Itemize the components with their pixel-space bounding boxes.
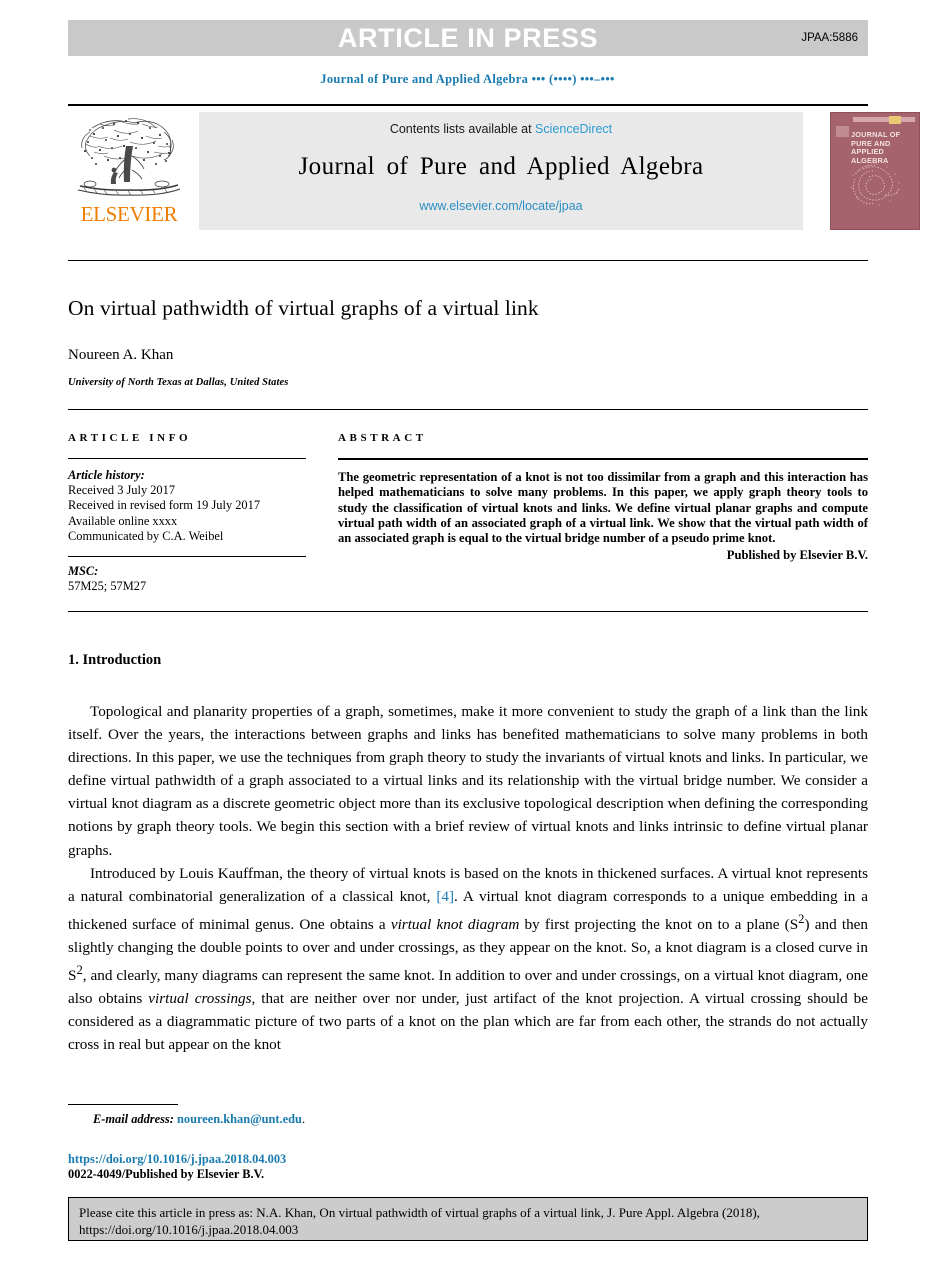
article-info-column: ARTICLE INFO Article history: Received 3… <box>68 432 306 594</box>
article-history-block: Article history: Received 3 July 2017 Re… <box>68 468 306 544</box>
issn-publisher-line: 0022-4049/Published by Elsevier B.V. <box>68 1167 265 1181</box>
title-divider <box>68 260 868 261</box>
abstract-divider <box>338 458 868 460</box>
page-title: On virtual pathwidth of virtual graphs o… <box>68 296 539 320</box>
msc-block: MSC: 57M25; 57M27 <box>68 564 306 594</box>
journal-cover-thumbnail: JOURNAL OF PURE AND APPLIED ALGEBRA <box>830 112 920 230</box>
elsevier-tree-icon <box>77 118 181 196</box>
elsevier-logo: ELSEVIER <box>70 112 188 230</box>
journal-masthead: ELSEVIER Contents lists available at Sci… <box>68 104 920 232</box>
cover-elsevier-mark-icon <box>836 126 849 137</box>
article-info-divider <box>68 458 306 459</box>
article-history-title: Article history: <box>68 468 145 482</box>
contents-panel: Contents lists available at ScienceDirec… <box>199 112 803 230</box>
contents-available-line: Contents lists available at ScienceDirec… <box>390 122 612 136</box>
p2-part-c: by first projecting the knot on to a pla… <box>519 915 799 933</box>
journal-code-label: JPAA:5886 <box>801 32 858 44</box>
history-line-revised: Received in revised form 19 July 2017 <box>68 498 261 513</box>
please-cite-box: Please cite this article in press as: N.… <box>68 1197 868 1241</box>
msc-title: MSC: <box>68 564 99 579</box>
masthead-top-rule <box>68 104 868 106</box>
cover-journal-title: JOURNAL OF PURE AND APPLIED ALGEBRA <box>851 130 901 165</box>
journal-title: Journal of Pure and Applied Algebra <box>298 153 704 180</box>
history-line-received: Received 3 July 2017 <box>68 483 176 498</box>
abstract-label: ABSTRACT <box>338 432 427 444</box>
sciencedirect-link[interactable]: ScienceDirect <box>535 122 612 136</box>
p2-italic-virtual-knot-diagram: virtual knot diagram <box>390 915 520 933</box>
section-heading-introduction: 1. Introduction <box>68 652 162 668</box>
cover-accent-block <box>889 116 901 124</box>
elsevier-wordmark: ELSEVIER <box>80 202 178 226</box>
abstract-publisher-line: Published by Elsevier B.V. <box>726 548 868 563</box>
body-top-divider <box>68 611 868 612</box>
author-affiliation: University of North Texas at Dallas, Uni… <box>68 377 289 388</box>
abstract-column: ABSTRACT The geometric representation of… <box>338 432 868 563</box>
msc-codes: 57M25; 57M27 <box>68 579 147 594</box>
doi-link[interactable]: https://doi.org/10.1016/j.jpaa.2018.04.0… <box>68 1152 286 1167</box>
p2-italic-virtual-crossings: virtual crossings <box>148 990 252 1008</box>
article-in-press-banner: ARTICLE IN PRESS JPAA:5886 <box>68 20 868 56</box>
email-footnote: E-mail address: noureen.khan@unt.edu. <box>93 1112 305 1127</box>
running-head: Journal of Pure and Applied Algebra ••• … <box>320 72 615 86</box>
article-info-label: ARTICLE INFO <box>68 432 192 444</box>
footnote-divider <box>68 1104 178 1105</box>
email-label: E-mail address: <box>93 1112 174 1126</box>
history-line-communicated: Communicated by C.A. Weibel <box>68 528 224 543</box>
abstract-text: The geometric representation of a knot i… <box>338 470 868 546</box>
history-line-online: Available online xxxx <box>68 513 178 528</box>
citation-link-4[interactable]: [4] <box>436 888 454 905</box>
info-top-divider <box>68 409 868 410</box>
msc-divider <box>68 556 306 558</box>
author-name: Noureen A. Khan <box>68 347 174 363</box>
cover-top-bar <box>853 117 915 122</box>
paragraph-1: Topological and planarity properties of … <box>68 703 868 859</box>
contents-prefix-text: Contents lists available at <box>389 122 536 136</box>
email-period: . <box>301 1112 306 1126</box>
body-content: Topological and planarity properties of … <box>68 700 868 1057</box>
cover-knot-artwork-icon <box>851 163 900 206</box>
journal-homepage-link[interactable]: www.elsevier.com/locate/jpaa <box>419 199 582 213</box>
email-link[interactable]: noureen.khan@unt.edu <box>177 1112 302 1126</box>
paragraph-2: Introduced by Louis Kauffman, the theory… <box>68 862 868 1057</box>
article-in-press-label: ARTICLE IN PRESS <box>337 22 599 53</box>
